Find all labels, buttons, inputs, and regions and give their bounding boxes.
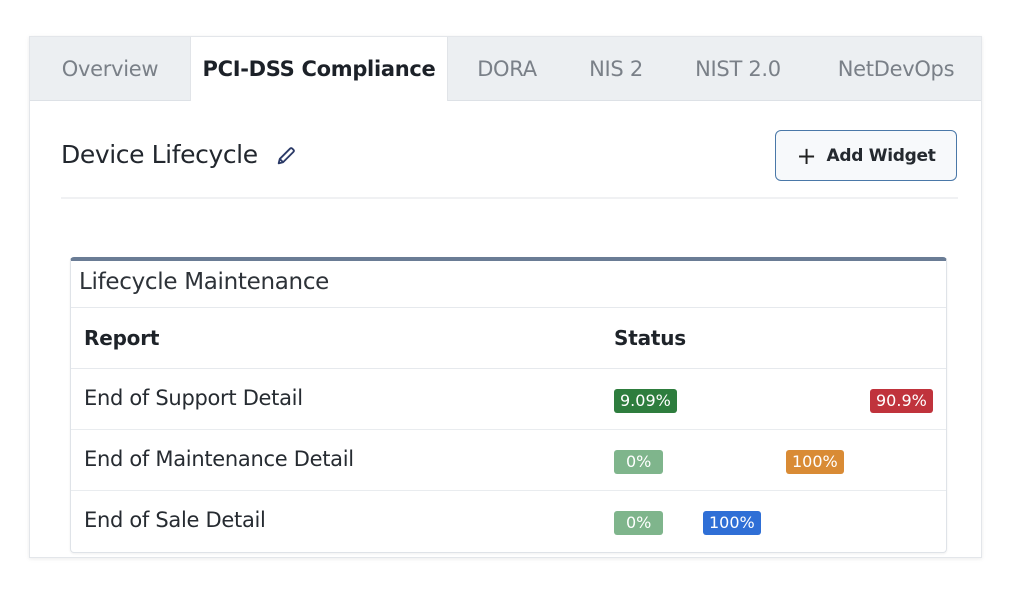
add-widget-button[interactable]: + Add Widget (775, 130, 957, 181)
tab-netdevops[interactable]: NetDevOps (810, 37, 981, 100)
page-title: Device Lifecycle (61, 140, 258, 169)
report-link[interactable]: End of Sale Detail (84, 508, 266, 532)
table-row[interactable]: End of Maintenance Detail 0% 100% (71, 430, 946, 491)
dashboard-card: Overview PCI-DSS Compliance DORA NIS 2 N… (29, 36, 982, 558)
table-header: Report Status (71, 307, 946, 369)
lifecycle-maintenance-widget: Lifecycle Maintenance Report Status End … (70, 257, 947, 553)
tab-overview[interactable]: Overview (30, 37, 190, 100)
status-badge: 0% (614, 450, 664, 474)
page-header: Device Lifecycle + Add Widget (61, 113, 958, 199)
tab-bar: Overview PCI-DSS Compliance DORA NIS 2 N… (30, 37, 981, 101)
status-badge: 100% (786, 450, 844, 474)
report-link[interactable]: End of Maintenance Detail (84, 447, 354, 471)
status-badge: 0% (614, 511, 664, 535)
tab-pci-dss-compliance[interactable]: PCI-DSS Compliance (190, 37, 448, 101)
status-badge: 90.9% (870, 389, 933, 413)
table-row[interactable]: End of Sale Detail 0% 100% (71, 491, 946, 552)
tab-nist-2[interactable]: NIST 2.0 (666, 37, 810, 100)
add-widget-label: Add Widget (826, 145, 936, 166)
plus-icon: + (796, 141, 817, 170)
widget-title: Lifecycle Maintenance (79, 269, 330, 295)
table-row[interactable]: End of Support Detail 9.09% 90.9% (71, 369, 946, 430)
column-header-report: Report (84, 326, 160, 350)
status-badge: 9.09% (614, 389, 677, 413)
tab-nis-2[interactable]: NIS 2 (566, 37, 666, 100)
status-badge: 100% (703, 511, 761, 535)
pencil-icon[interactable] (275, 145, 297, 167)
tab-dora[interactable]: DORA (448, 37, 566, 100)
report-link[interactable]: End of Support Detail (84, 386, 303, 410)
column-header-status: Status (614, 326, 686, 350)
